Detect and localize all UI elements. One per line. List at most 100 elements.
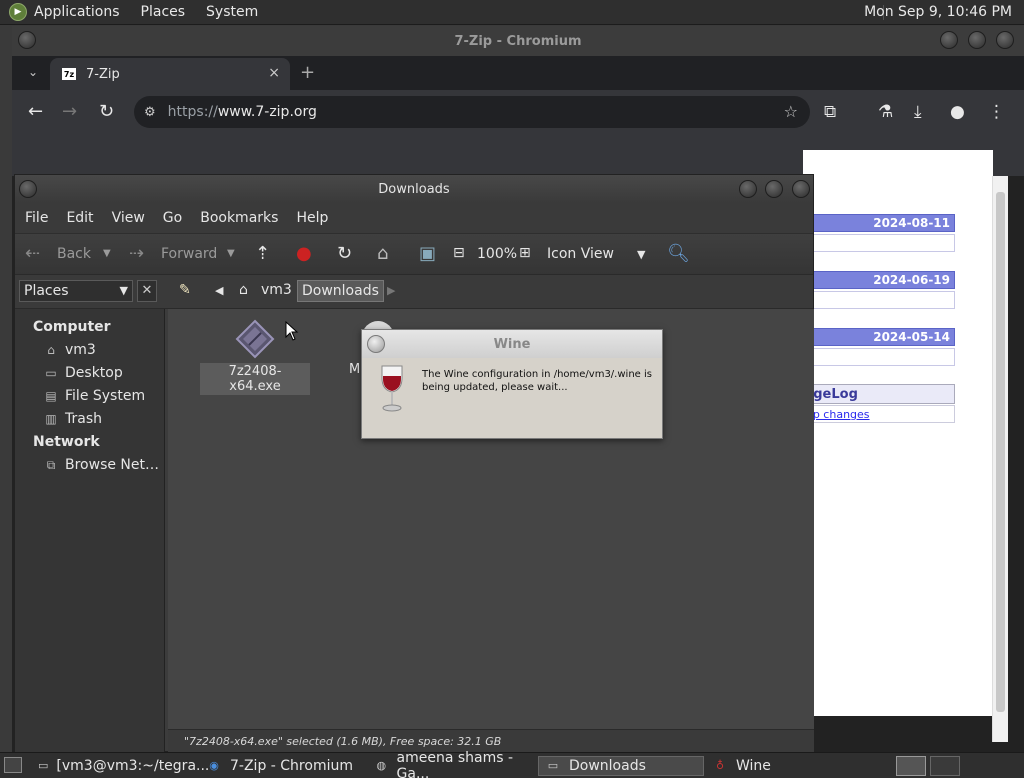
breadcrumb-downloads[interactable]: Downloads — [297, 280, 384, 302]
close-button[interactable] — [996, 31, 1014, 49]
back-button[interactable]: Back — [57, 246, 91, 262]
workspace-2[interactable] — [930, 756, 960, 776]
bottom-taskbar: ▭ [vm3@vm3:~/tegra... ◉ 7-Zip - Chromium ◍… — [0, 750, 1024, 778]
wine-dialog-title: Wine — [493, 336, 531, 352]
terminal-icon: ▭ — [38, 759, 49, 772]
view-mode-chevron-icon[interactable]: ▼ — [637, 248, 645, 261]
stop-icon[interactable]: ● — [296, 243, 312, 264]
forward-button[interactable]: Forward — [161, 246, 217, 262]
new-tab-icon[interactable]: + — [300, 62, 315, 83]
window-menu-button[interactable] — [367, 335, 385, 353]
maximize-button[interactable] — [968, 31, 986, 49]
home-folder-icon[interactable]: ⌂ — [377, 243, 388, 264]
reload-icon[interactable]: ↻ — [99, 101, 114, 122]
close-button[interactable] — [792, 180, 810, 198]
menu-file[interactable]: File — [25, 210, 48, 226]
zoom-level: 100% — [477, 246, 518, 262]
file-name: 7z2408-x64.exe — [200, 363, 310, 395]
bookmark-star-icon[interactable]: ☆ — [784, 102, 798, 121]
tab-7zip[interactable]: 7z 7-Zip × — [50, 58, 290, 90]
tab-close-icon[interactable]: × — [268, 65, 280, 81]
taskbar-item-wine[interactable]: ♁ Wine — [706, 756, 826, 776]
taskbar-item-chromium[interactable]: ◉ 7-Zip - Chromium — [200, 756, 366, 776]
back-arrow-icon[interactable]: ← — [28, 101, 43, 122]
sidebar-close-icon[interactable]: ✕ — [137, 280, 157, 302]
wine-dialog-message: The Wine configuration in /home/vm3/.win… — [422, 369, 652, 393]
top-panel: ▶ Applications Places System Mon Sep 9, … — [0, 0, 1024, 25]
sidebar-item-filesystem[interactable]: ▤ File System — [43, 388, 145, 404]
page-scrollbar[interactable] — [992, 176, 1008, 742]
distro-logo-icon[interactable]: ▶ — [9, 3, 27, 21]
status-text: "7z2408-x64.exe" selected (1.6 MB), Free… — [184, 735, 502, 748]
workspace-1[interactable] — [896, 756, 926, 776]
sidebar-item-vm3[interactable]: ⌂ vm3 — [43, 342, 96, 358]
browser-toolbar: ← → ↻ ⚙ https://www.7-zip.org ☆ ⧉ ⚗ ⤓ ● … — [12, 90, 1024, 136]
profile-icon[interactable]: ● — [950, 102, 965, 122]
network-icon: ⧉ — [46, 458, 56, 472]
sidebar-item-desktop[interactable]: ▭ Desktop — [43, 365, 122, 381]
panel-clock[interactable]: Mon Sep 9, 10:46 PM — [864, 4, 1012, 20]
menubar: File Edit View Go Bookmarks Help — [15, 203, 813, 233]
download-icon[interactable]: ⤓ — [914, 102, 922, 122]
sidebar-header-computer: Computer — [33, 319, 111, 335]
show-desktop-icon[interactable] — [4, 757, 22, 773]
path-right-arrow-icon[interactable]: ▶ — [383, 282, 399, 304]
zoom-out-icon[interactable]: ⊟ — [453, 245, 465, 261]
menu-view[interactable]: View — [112, 210, 145, 226]
menu-help[interactable]: Help — [296, 210, 328, 226]
extensions-icon[interactable]: ⧉ — [824, 102, 836, 122]
back-arrow-icon[interactable]: ⇠ — [25, 243, 40, 264]
tab-search-chevron-icon[interactable]: ⌄ — [28, 65, 38, 79]
up-arrow-icon[interactable]: ⇡ — [255, 243, 270, 264]
menu-bookmarks[interactable]: Bookmarks — [200, 210, 278, 226]
file-manager-titlebar[interactable]: Downloads — [15, 175, 813, 203]
dropdown-arrow-icon: ▼ — [119, 284, 128, 297]
url-text[interactable]: https://www.7-zip.org — [168, 104, 317, 120]
wine-icon: ♁ — [715, 759, 725, 772]
applications-menu[interactable]: Applications — [34, 4, 120, 20]
wine-dialog-titlebar[interactable]: Wine — [362, 330, 662, 358]
window-menu-button[interactable] — [19, 180, 37, 198]
forward-arrow-icon[interactable]: → — [62, 101, 77, 122]
release-date: 2024-06-19 — [873, 273, 950, 287]
breadcrumb-vm3[interactable]: vm3 — [257, 280, 296, 302]
back-history-chevron-icon[interactable]: ▼ — [103, 248, 111, 259]
search-icon[interactable]: 🔍︎ — [667, 243, 690, 264]
maximize-button[interactable] — [765, 180, 783, 198]
menu-edit[interactable]: Edit — [66, 210, 93, 226]
site-info-icon[interactable]: ⚙ — [144, 105, 156, 120]
zoom-in-icon[interactable]: ⊞ — [519, 245, 531, 261]
view-mode-select[interactable]: Icon View — [547, 246, 614, 262]
file-manager-window: Downloads File Edit View Go Bookmarks He… — [14, 174, 814, 753]
favicon-icon: 7z — [62, 68, 76, 80]
places-dropdown[interactable]: Places ▼ — [19, 280, 133, 302]
minimize-button[interactable] — [940, 31, 958, 49]
scrollbar-thumb[interactable] — [996, 192, 1005, 712]
sidebar-item-browse-network[interactable]: ⧉ Browse Net… — [43, 457, 159, 473]
path-left-arrow-icon[interactable]: ◀ — [211, 282, 227, 304]
chromium-titlebar[interactable]: 7-Zip - Chromium — [12, 26, 1024, 56]
menu-go[interactable]: Go — [163, 210, 182, 226]
app-icon: ◍ — [376, 759, 387, 772]
window-menu-button[interactable] — [18, 31, 36, 49]
taskbar-item-downloads[interactable]: ▭ Downloads — [538, 756, 704, 776]
taskbar-item-terminal[interactable]: ▭ [vm3@vm3:~/tegra... — [32, 756, 209, 776]
taskbar-item-app[interactable]: ◍ ameena shams - Ga... — [368, 750, 536, 778]
labs-flask-icon[interactable]: ⚗ — [878, 102, 893, 122]
minimize-button[interactable] — [739, 180, 757, 198]
computer-icon[interactable]: ▣ — [419, 243, 436, 264]
release-row-header: r 2024-06-19 — [803, 271, 955, 289]
chromium-icon: ◉ — [209, 759, 219, 772]
reload-icon[interactable]: ↻ — [337, 243, 352, 264]
forward-history-chevron-icon[interactable]: ▼ — [227, 248, 235, 259]
release-date: 2024-05-14 — [873, 330, 950, 344]
address-bar[interactable]: ⚙ https://www.7-zip.org ☆ — [134, 96, 810, 128]
menu-kebab-icon[interactable]: ⋮ — [988, 102, 1005, 122]
forward-arrow-icon[interactable]: ⇢ — [129, 243, 144, 264]
sidebar-item-trash[interactable]: ▥ Trash — [43, 411, 102, 427]
edit-location-icon[interactable]: ✎ — [175, 280, 195, 302]
desktop-folder-icon: ▭ — [45, 366, 57, 380]
system-menu[interactable]: System — [206, 4, 258, 20]
sidebar-item-label: File System — [65, 388, 146, 404]
places-menu[interactable]: Places — [141, 4, 186, 20]
